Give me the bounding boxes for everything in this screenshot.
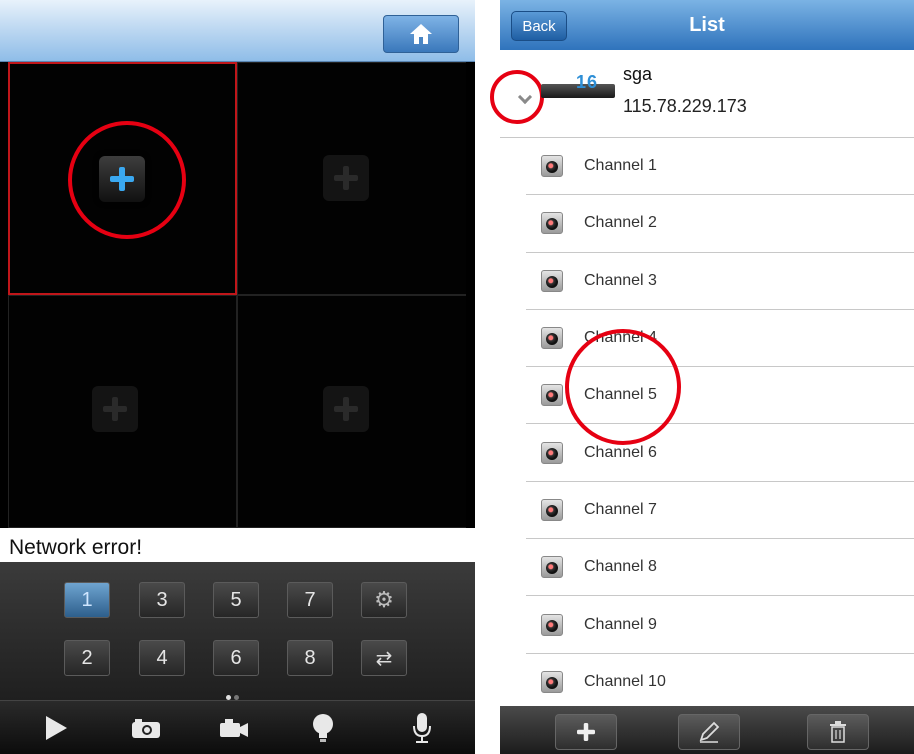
camera-icon	[541, 498, 563, 521]
home-button[interactable]	[383, 15, 459, 53]
record-button[interactable]	[216, 711, 252, 745]
video-camera-icon	[220, 719, 248, 737]
channel-page-button-6[interactable]: 6	[213, 640, 259, 676]
play-icon	[46, 716, 67, 740]
camera-icon	[541, 441, 563, 464]
camera-icon	[541, 556, 563, 579]
microphone-icon	[413, 713, 431, 743]
pencil-icon	[699, 721, 720, 743]
channel-page-button-2[interactable]: 2	[64, 640, 110, 676]
channel-label: Channel 2	[584, 214, 657, 232]
add-channel-button[interactable]	[92, 386, 138, 432]
bottom-action-bar	[500, 706, 914, 754]
camera-icon	[541, 155, 563, 178]
channel-item-8[interactable]: Channel 8	[526, 539, 914, 597]
plus-icon	[334, 166, 358, 190]
video-cell-3[interactable]	[8, 295, 237, 528]
top-bar	[0, 0, 475, 62]
delete-button[interactable]	[807, 714, 869, 750]
light-button[interactable]	[305, 711, 341, 745]
channel-item-3[interactable]: Channel 3	[526, 253, 914, 310]
camera-icon	[541, 212, 563, 235]
control-panel: 1 3 5 7 ⚙ 2 4 6 8 ⇄	[0, 562, 475, 700]
light-bulb-icon	[313, 714, 333, 742]
channel-page-button-5[interactable]: 5	[213, 582, 259, 618]
microphone-button[interactable]	[404, 711, 440, 745]
video-cell-1[interactable]	[8, 62, 237, 295]
channel-label: Channel 1	[584, 157, 657, 175]
channel-label: Channel 8	[584, 558, 657, 576]
bottom-toolbar	[0, 700, 475, 754]
back-button[interactable]: Back	[511, 11, 567, 41]
settings-button[interactable]: ⚙	[361, 582, 407, 618]
channel-page-button-1[interactable]: 1	[64, 582, 110, 618]
device-ip: 115.78.229.173	[623, 96, 747, 116]
add-device-button[interactable]	[555, 714, 617, 750]
swap-arrows-icon: ⇄	[375, 647, 393, 670]
switch-button[interactable]: ⇄	[361, 640, 407, 676]
play-button[interactable]	[38, 711, 74, 745]
add-channel-button[interactable]	[323, 155, 369, 201]
channel-label: Channel 6	[584, 443, 657, 461]
channel-item-7[interactable]: Channel 7	[526, 482, 914, 540]
channel-page-button-7[interactable]: 7	[287, 582, 333, 618]
channel-label: Channel 7	[584, 500, 657, 518]
home-icon	[410, 24, 432, 44]
channel-label: Channel 9	[584, 615, 657, 633]
edit-button[interactable]	[678, 714, 740, 750]
device-row[interactable]: 16 sga 115.78.229.173	[490, 50, 914, 138]
status-text: Network error!	[0, 528, 475, 562]
plus-icon	[334, 397, 358, 421]
camera-icon	[541, 613, 563, 636]
channel-page-button-4[interactable]: 4	[139, 640, 185, 676]
highlight-circle	[68, 121, 186, 239]
plus-icon	[103, 397, 127, 421]
camera-icon	[132, 719, 160, 738]
device-list-screen: List Back 16 sga 115.78.229.173 Channel …	[490, 0, 914, 754]
camera-icon	[541, 327, 563, 350]
channel-item-1[interactable]: Channel 1	[526, 138, 914, 196]
trash-icon	[830, 721, 846, 743]
video-grid	[8, 62, 475, 528]
gear-icon: ⚙	[374, 587, 394, 612]
video-cell-2[interactable]	[237, 62, 466, 295]
video-cell-4[interactable]	[237, 295, 466, 528]
channel-item-2[interactable]: Channel 2	[526, 195, 914, 253]
highlight-circle	[490, 70, 544, 124]
channel-page-button-8[interactable]: 8	[287, 640, 333, 676]
highlight-circle	[565, 329, 681, 445]
header-bar: List Back	[500, 0, 914, 50]
camera-icon	[541, 671, 563, 694]
device-name: sga	[623, 64, 653, 84]
camera-icon	[541, 384, 563, 407]
camera-icon	[541, 269, 563, 292]
channel-item-6[interactable]: Channel 6	[526, 424, 914, 482]
channel-label: Channel 10	[584, 673, 666, 691]
snapshot-button[interactable]	[128, 711, 164, 745]
add-channel-button[interactable]	[323, 386, 369, 432]
live-view-screen: Network error! 1 3 5 7 ⚙ 2 4 6 8 ⇄	[0, 0, 475, 754]
channel-label: Channel 3	[584, 271, 657, 289]
channel-page-button-3[interactable]: 3	[139, 582, 185, 618]
channel-item-9[interactable]: Channel 9	[526, 596, 914, 654]
plus-icon	[577, 723, 595, 741]
dvr-channel-count: 16	[576, 72, 599, 92]
channel-item-10[interactable]: Channel 10	[526, 654, 914, 711]
